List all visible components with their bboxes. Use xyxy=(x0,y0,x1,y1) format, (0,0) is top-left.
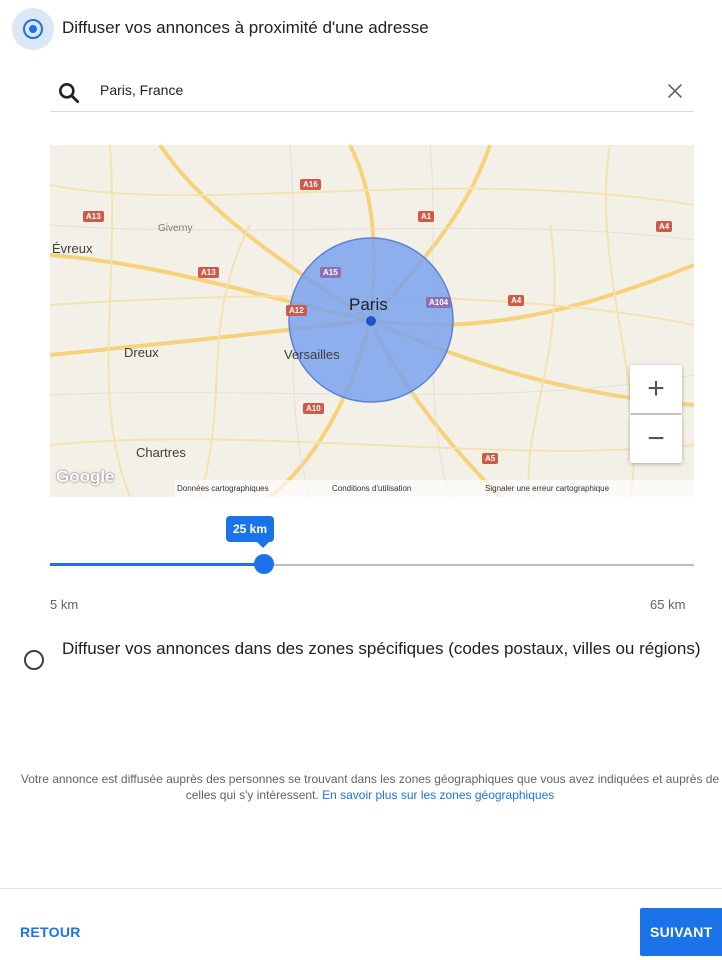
google-logo: Google xyxy=(56,467,115,486)
road-a13-nw: A13 xyxy=(83,211,104,222)
option-zones-label[interactable]: Diffuser vos annonces dans des zones spé… xyxy=(62,638,720,660)
next-button[interactable]: SUIVANT xyxy=(640,908,722,956)
info-text: Votre annonce est diffusée auprès des pe… xyxy=(20,771,720,803)
map-report-link[interactable]: Signaler une erreur cartographique xyxy=(485,480,609,497)
back-button[interactable]: RETOUR xyxy=(20,924,81,940)
slider-track-active[interactable] xyxy=(50,563,264,566)
map-label-paris: Paris xyxy=(349,295,388,314)
road-a16: A16 xyxy=(300,179,321,190)
map[interactable]: A16 A13 A1 A4 A13 A15 A104 A4 A12 A10 A5… xyxy=(50,145,694,497)
address-search-input[interactable]: Paris, France xyxy=(100,82,183,98)
radio-dot xyxy=(29,25,37,33)
slider-value-tooltip: 25 km xyxy=(226,516,274,542)
close-icon[interactable] xyxy=(664,80,686,102)
road-a4-e: A4 xyxy=(508,295,525,306)
map-label-dreux: Dreux xyxy=(124,345,159,360)
slider-min-label: 5 km xyxy=(50,597,79,612)
zoom-in-button[interactable]: + xyxy=(630,365,682,413)
map-label-evreux: Évreux xyxy=(52,241,93,256)
road-a12: A12 xyxy=(286,305,307,316)
road-a1: A1 xyxy=(418,211,435,222)
radio-specific-zones[interactable] xyxy=(24,650,44,670)
tooltip-arrow xyxy=(257,542,269,548)
slider-thumb[interactable] xyxy=(254,554,274,574)
footer-divider xyxy=(0,888,722,889)
road-a4: A4 xyxy=(656,221,673,232)
map-terms-link[interactable]: Conditions d'utilisation xyxy=(332,480,411,497)
map-data-link[interactable]: Données cartographiques xyxy=(177,480,269,497)
map-label-versailles: Versailles xyxy=(284,347,340,362)
slider-max-label: 65 km xyxy=(650,597,686,612)
road-a5: A5 xyxy=(482,453,499,464)
zoom-out-button[interactable]: − xyxy=(630,415,682,463)
map-label-giverny: Giverny xyxy=(158,223,193,234)
location-pin xyxy=(366,316,376,326)
road-a15: A15 xyxy=(320,267,341,278)
search-underline xyxy=(50,111,694,112)
road-a104: A104 xyxy=(426,297,452,308)
learn-more-link[interactable]: En savoir plus sur les zones géographiqu… xyxy=(322,788,554,802)
map-label-chartres: Chartres xyxy=(136,445,186,460)
search-icon xyxy=(59,83,80,104)
road-a10: A10 xyxy=(303,403,324,414)
option-proximity-label[interactable]: Diffuser vos annonces à proximité d'une … xyxy=(62,18,429,38)
radio-proximity-address[interactable] xyxy=(23,19,43,39)
slider-track[interactable] xyxy=(264,564,694,566)
map-attribution-bar: Données cartographiques Conditions d'uti… xyxy=(175,480,694,497)
road-a13-w: A13 xyxy=(198,267,219,278)
